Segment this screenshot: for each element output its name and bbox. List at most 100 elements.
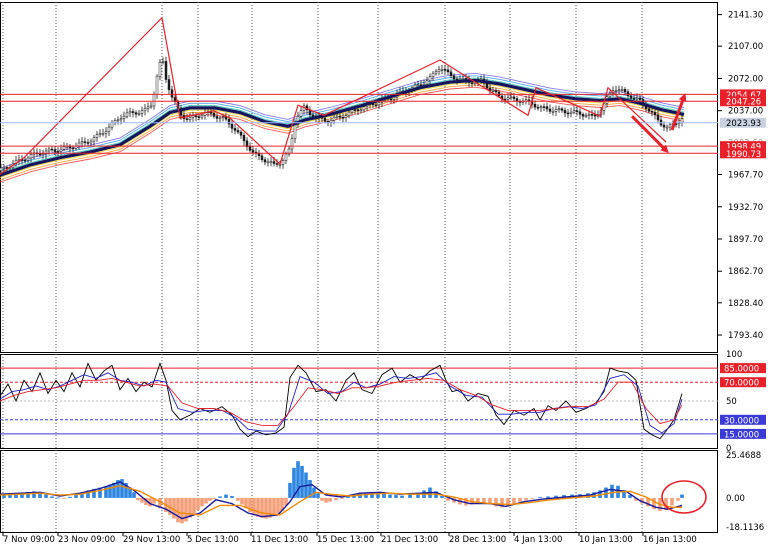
candle-body	[647, 108, 651, 112]
price-tick-label: 2141.30	[728, 11, 763, 21]
candle-body	[629, 95, 633, 99]
candle-body	[137, 113, 141, 115]
candle-body	[284, 153, 288, 161]
candle-body	[272, 161, 276, 164]
candle-body	[326, 121, 330, 123]
stoch-level-label: 85.0000	[724, 365, 759, 375]
candle-body	[638, 97, 642, 100]
x-tick-label: 16 Jan 13:00	[643, 535, 697, 545]
candle-body	[266, 161, 270, 164]
candle-body	[92, 137, 96, 142]
macd-histogram-bar	[44, 494, 48, 498]
candle-body	[449, 71, 453, 77]
candle-body	[347, 111, 351, 116]
candle-body	[89, 140, 93, 144]
candle-body	[53, 149, 57, 152]
candle-body	[587, 114, 591, 116]
candle-body	[62, 146, 66, 150]
candle-body	[431, 72, 435, 78]
candle-body	[566, 112, 570, 115]
candle-body	[539, 106, 543, 108]
candle-body	[194, 115, 198, 118]
macd-histogram-bar	[524, 497, 528, 501]
macd-histogram-bar	[604, 487, 608, 498]
candle-body	[545, 106, 549, 110]
candle-body	[107, 126, 111, 132]
candle-body	[377, 102, 381, 106]
candle-body	[131, 111, 135, 113]
candle-body	[470, 82, 474, 85]
candle-body	[491, 90, 495, 92]
x-tick-label: 28 Dec 13:00	[449, 535, 506, 545]
candle-body	[71, 147, 75, 150]
macd-histogram-bar	[260, 497, 264, 518]
candle-body	[419, 84, 423, 86]
candle-body	[197, 116, 201, 118]
candle-body	[485, 82, 489, 89]
candle-body	[455, 78, 459, 81]
x-tick-label: 10 Jan 13:00	[579, 535, 633, 545]
candle-body	[251, 150, 255, 153]
candle-body	[191, 115, 195, 118]
candle-body	[248, 146, 252, 151]
candle-body	[422, 83, 426, 86]
candle-body	[200, 115, 204, 118]
candle-body	[512, 96, 516, 99]
candle-body	[47, 148, 51, 152]
price-tick-label: 1897.70	[728, 235, 763, 245]
candle-body	[551, 111, 555, 113]
macd-histogram-bar	[50, 496, 54, 498]
candle-body	[86, 142, 90, 144]
candle-body	[362, 106, 366, 111]
x-tick-label: 4 Jan 13:00	[514, 535, 562, 545]
candle-body	[116, 119, 120, 122]
candle-body	[617, 89, 621, 91]
candle-body	[533, 103, 537, 108]
candle-body	[299, 110, 303, 117]
candle-body	[680, 118, 684, 123]
candle-body	[155, 75, 159, 95]
macd-histogram-bar	[328, 497, 332, 502]
candle-body	[563, 110, 567, 114]
x-tick-label: 15 Dec 13:00	[317, 535, 374, 545]
level-label-2047: 2047.26	[726, 98, 761, 108]
macd-histogram-bar	[136, 497, 140, 501]
candle-body	[185, 118, 189, 120]
macd-histogram-bar	[74, 495, 78, 498]
candle-body	[425, 80, 429, 85]
macd-histogram-bar	[132, 492, 136, 498]
candle-body	[101, 133, 105, 135]
candle-body	[665, 126, 669, 129]
candle-body	[227, 118, 231, 125]
candle-body	[335, 115, 339, 118]
candle-body	[536, 106, 540, 109]
candle-body	[164, 61, 168, 80]
macd-histogram-bar	[530, 497, 534, 499]
price-tick-label: 1828.40	[728, 299, 763, 309]
macd-histogram-bar	[176, 497, 180, 523]
macd-histogram-bar	[108, 484, 112, 498]
candle-body	[548, 108, 552, 112]
candle-body	[635, 97, 639, 100]
candle-body	[221, 116, 225, 119]
candle-body	[653, 112, 657, 116]
candle-body	[2, 167, 6, 169]
candle-body	[230, 123, 234, 129]
candle-body	[353, 109, 357, 111]
chart-canvas: 2141.30 2107.00 2072.00 2037.00 1967.70 1932.…	[0, 0, 770, 545]
macd-histogram-bar	[394, 495, 398, 498]
candle-body	[212, 113, 216, 117]
candle-body	[56, 151, 60, 153]
macd-histogram-bar	[670, 497, 674, 506]
macd-histogram-bar	[180, 497, 184, 524]
candle-body	[233, 128, 237, 131]
macd-histogram-bar	[538, 496, 542, 498]
macd-histogram-bar	[268, 497, 272, 518]
macd-histogram-bar	[224, 494, 228, 498]
candle-body	[128, 111, 132, 114]
candle-body	[593, 114, 597, 117]
candle-body	[443, 69, 447, 71]
macd-histogram-bar	[62, 497, 66, 499]
candle-body	[359, 109, 363, 112]
candle-body	[275, 163, 279, 165]
